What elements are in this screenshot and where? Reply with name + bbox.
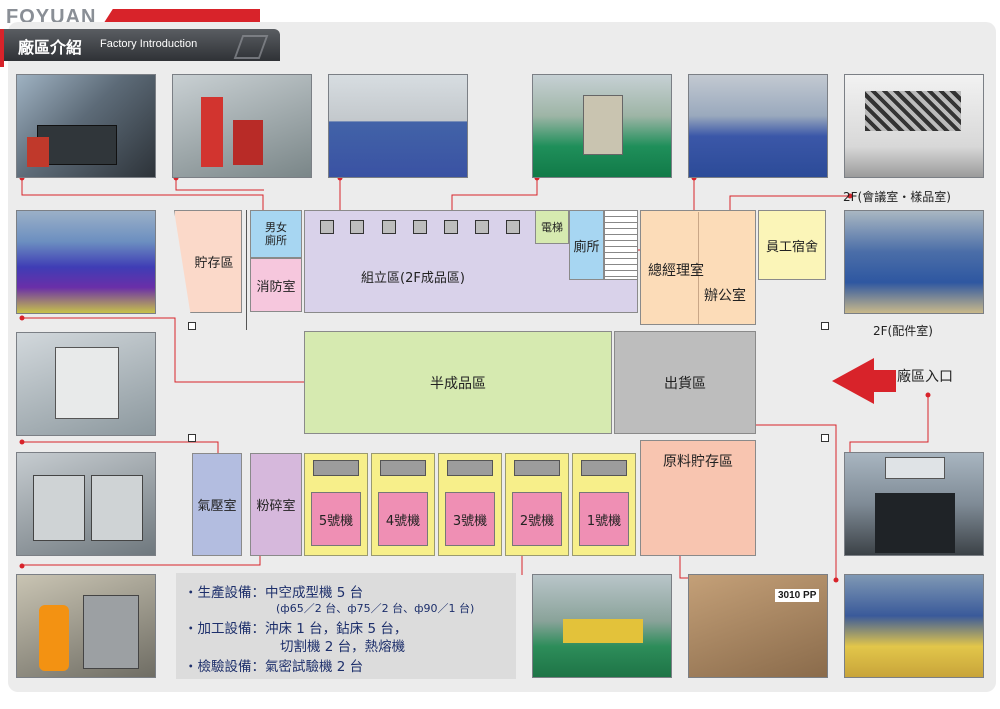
marker-square — [188, 322, 196, 330]
machine-slot — [506, 220, 520, 234]
area-crushing: 粉碎室 — [250, 453, 302, 556]
photo-raw-materials: 3010 PP — [688, 574, 828, 678]
machine-2-label: 2號機 — [512, 492, 562, 546]
area-raw-material-label: 原料貯存區 — [663, 454, 733, 470]
area-semi-finished-label: 半成品區 — [430, 375, 486, 392]
machine-4: 4號機 — [371, 453, 435, 556]
area-toilet-label: 廁所 — [573, 239, 600, 255]
photo-storage-crates — [16, 210, 156, 314]
area-toilet: 廁所 — [569, 210, 604, 280]
machine-1-label: 1號機 — [579, 492, 629, 546]
marker-square — [821, 322, 829, 330]
caption-parts-room: 2F(配件室) — [873, 324, 933, 338]
area-raw-material: 原料貯存區 — [640, 440, 756, 556]
machine-slot — [475, 220, 489, 234]
photo-production-line — [532, 74, 672, 178]
machine-5: 5號機 — [304, 453, 368, 556]
photo-sample-room — [844, 74, 984, 178]
equipment-line-processing-b: 切割機 2 台，熱熔機 — [280, 639, 406, 655]
machine-1: 1號機 — [572, 453, 636, 556]
wall-line-left — [246, 210, 247, 330]
marker-square — [821, 434, 829, 442]
area-mens-toilet: 男女 廁所 — [250, 210, 302, 258]
page-title: 廠區介紹 — [18, 38, 83, 57]
caption-meeting-room: 2F(會議室・樣品室) — [843, 190, 951, 204]
area-mens-toilet-label: 男女 廁所 — [265, 221, 287, 247]
area-assembly-label: 組立區(2F成品區) — [361, 271, 465, 286]
area-elevator: 電梯 — [535, 210, 569, 244]
photo-assembly-area — [328, 74, 468, 178]
title-accent-stripe — [0, 29, 4, 67]
area-dormitory-label: 員工宿舍 — [765, 239, 818, 255]
area-shipping-label: 出貨區 — [664, 375, 706, 392]
machine-2: 2號機 — [505, 453, 569, 556]
photo-generator — [16, 74, 156, 178]
photo-air-compressor-a — [16, 332, 156, 436]
machine-5-label: 5號機 — [311, 492, 361, 546]
machine-slot — [350, 220, 364, 234]
area-dormitory: 員工宿舍 — [758, 210, 826, 280]
photo-crushing-room — [16, 574, 156, 678]
equipment-info: ・生產設備：中空成型機 5 台 (ф65／2 台、ф75／2 台、ф90／1 台… — [176, 573, 516, 679]
machine-4-label: 4號機 — [378, 492, 428, 546]
entrance-label: 廠區入口 — [897, 369, 953, 385]
photo-factory-entrance — [844, 452, 984, 556]
machine-slot — [444, 220, 458, 234]
photo-office-stock — [688, 74, 828, 178]
area-storage-label: 貯存區 — [194, 256, 234, 271]
area-gm-office-label: 總經理室 — [648, 263, 704, 279]
page-subtitle: Factory Introduction — [100, 38, 198, 50]
area-office-label: 辦公室 — [704, 288, 746, 304]
photo-parts-room — [844, 210, 984, 314]
area-air-compressor-label: 氣壓室 — [197, 499, 237, 514]
stairs — [604, 210, 638, 280]
machine-3: 3號機 — [438, 453, 502, 556]
equipment-line-inspection: ・檢驗設備：氣密試驗機 2 台 — [184, 659, 364, 675]
marker-square — [188, 434, 196, 442]
equipment-line-production: ・生產設備：中空成型機 5 台 — [184, 585, 364, 601]
area-fire-room-label: 消防室 — [256, 279, 296, 295]
sign-3010pp: 3010 PP — [775, 589, 820, 602]
photo-machine-floor — [532, 574, 672, 678]
area-semi-finished: 半成品區 — [304, 331, 612, 434]
area-air-compressor: 氣壓室 — [192, 453, 242, 556]
area-elevator-label: 電梯 — [541, 221, 563, 234]
photo-shipping-goods — [844, 574, 984, 678]
photo-fire-pump — [172, 74, 312, 178]
logo-mark-icon — [233, 35, 269, 59]
machine-slot — [382, 220, 396, 234]
entrance-arrow-icon — [832, 358, 896, 404]
equipment-line-processing: ・加工設備：沖床 1 台，鉆床 5 台， — [184, 621, 408, 637]
title-bar: 廠區介紹 Factory Introduction — [0, 29, 280, 61]
equipment-line-production-sub: (ф65／2 台、ф75／2 台、ф90／1 台) — [276, 602, 475, 615]
machine-slot — [413, 220, 427, 234]
area-crushing-label: 粉碎室 — [256, 499, 296, 514]
area-shipping: 出貨區 — [614, 331, 756, 434]
area-fire-room: 消防室 — [250, 258, 302, 312]
machine-slot — [320, 220, 334, 234]
machine-3-label: 3號機 — [445, 492, 495, 546]
photo-air-compressor-b — [16, 452, 156, 556]
